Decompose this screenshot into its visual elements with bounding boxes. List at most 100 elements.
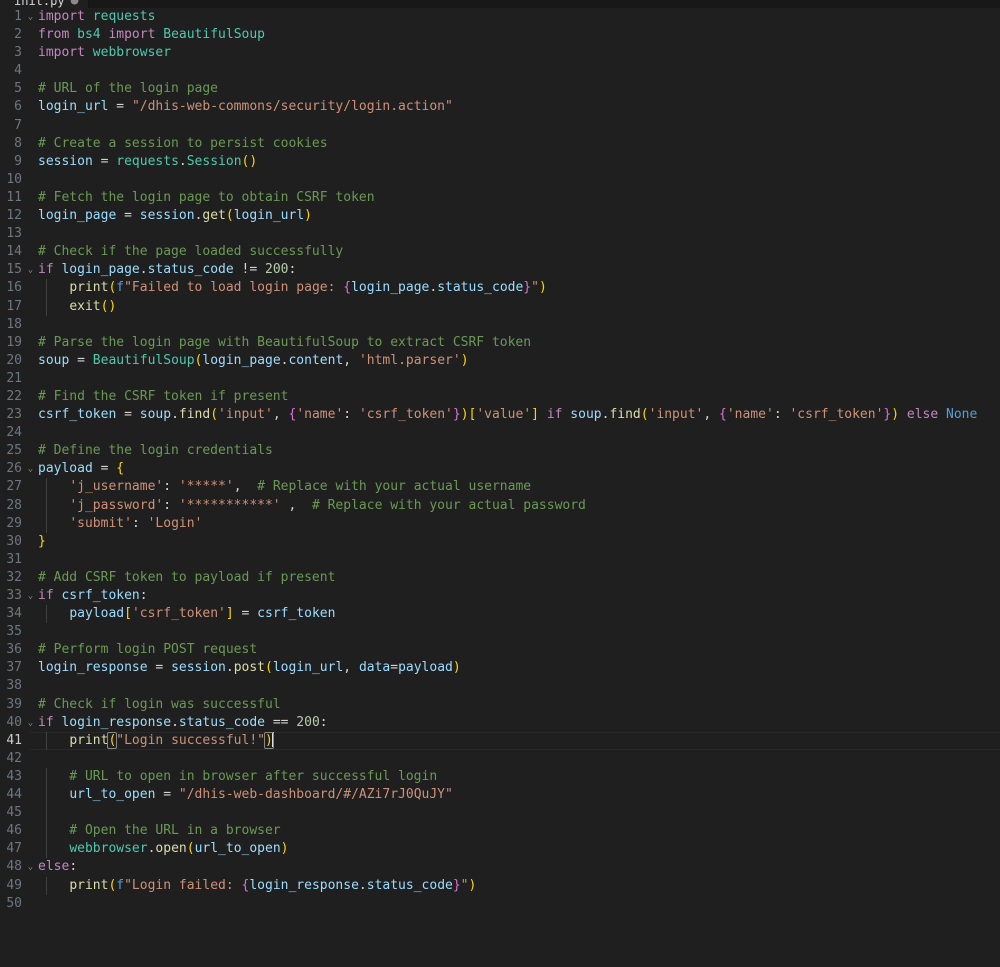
line-content: # Define the login credentials (38, 443, 273, 459)
line-number: 13 (6, 226, 22, 242)
code-line[interactable]: 2 from bs4 import BeautifulSoup (0, 26, 1000, 44)
line-number: 2 (14, 27, 22, 43)
line-content: # Create a session to persist cookies (38, 135, 328, 151)
fold-chevron-icon[interactable]: ⌄ (25, 714, 36, 732)
code-line[interactable]: 16 print(f"Failed to load login page: {l… (0, 279, 1000, 298)
code-line[interactable]: 37 login_response = session.post(login_u… (0, 659, 1000, 677)
line-number: 24 (6, 425, 22, 441)
code-line[interactable]: 7 (0, 117, 1000, 135)
code-line[interactable]: 32 # Add CSRF token to payload if presen… (0, 569, 1000, 587)
code-line[interactable]: 35 (0, 623, 1000, 641)
fold-chevron-icon[interactable]: ⌄ (25, 587, 36, 605)
line-number: 41 (6, 732, 22, 748)
code-line[interactable]: 43 # URL to open in browser after succes… (0, 767, 1000, 787)
code-line[interactable]: 50 (0, 895, 1000, 913)
line-number: 42 (6, 750, 22, 766)
line-content: webbrowser.open(url_to_open) (69, 841, 289, 857)
code-line[interactable]: 36 # Perform login POST request (0, 641, 1000, 659)
line-number: 36 (6, 642, 22, 658)
code-line[interactable]: 39 # Check if login was successful (0, 696, 1000, 714)
code-line[interactable]: 40 ⌄ if login_response.status_code == 20… (0, 714, 1000, 732)
code-line[interactable]: 21 (0, 370, 1000, 388)
code-line[interactable]: 5 # URL of the login page (0, 80, 1000, 98)
line-content: soup = BeautifulSoup(login_page.content,… (38, 352, 469, 368)
code-line[interactable]: 33 ⌄ if csrf_token: (0, 587, 1000, 605)
line-content: login_response = session.post(login_url,… (38, 660, 461, 676)
code-line[interactable]: 12 login_page = session.get(login_url) (0, 207, 1000, 225)
line-content: print("Login successful!") (69, 731, 274, 749)
code-line[interactable]: 28 'j_password': '***********' , # Repla… (0, 496, 1000, 515)
line-number: 46 (6, 823, 22, 839)
line-number: 29 (6, 515, 22, 531)
code-line[interactable]: 17 exit() (0, 297, 1000, 316)
code-line[interactable]: 34 payload['csrf_token'] = csrf_token (0, 605, 1000, 624)
code-line[interactable]: 19 # Parse the login page with Beautiful… (0, 334, 1000, 352)
line-number: 12 (6, 208, 22, 224)
fold-chevron-icon[interactable]: ⌄ (25, 261, 36, 279)
line-content: } (38, 533, 46, 549)
fold-chevron-icon[interactable]: ⌄ (25, 858, 36, 876)
fold-chevron-icon[interactable]: ⌄ (25, 460, 36, 478)
line-number: 27 (6, 479, 22, 495)
code-editor[interactable]: 1 ⌄ import requests 2 from bs4 import Be… (0, 8, 1000, 940)
line-content: # Open the URL in a browser (38, 823, 281, 839)
code-line[interactable]: 24 (0, 424, 1000, 442)
code-line[interactable]: 3 import webbrowser (0, 44, 1000, 62)
line-content: 'j_username': '*****', # Replace with yo… (69, 479, 532, 495)
code-line[interactable]: 45 (0, 804, 1000, 823)
line-number: 25 (6, 443, 22, 459)
code-line[interactable]: 20 soup = BeautifulSoup(login_page.conte… (0, 352, 1000, 370)
code-line[interactable]: 49 print(f"Login failed: {login_response… (0, 876, 1000, 895)
code-line[interactable]: 30 } (0, 533, 1000, 551)
line-number: 19 (6, 334, 22, 350)
code-line[interactable]: 4 (0, 62, 1000, 80)
line-number: 9 (14, 153, 22, 169)
code-line[interactable]: 42 (0, 750, 1000, 768)
code-line[interactable]: 6 login_url = "/dhis-web-commons/securit… (0, 98, 1000, 116)
line-content: if login_response.status_code == 200: (38, 714, 328, 730)
line-number: 38 (6, 678, 22, 694)
line-content: # Add CSRF token to payload if present (38, 569, 336, 585)
line-content: import webbrowser (38, 45, 172, 61)
indent-guide (46, 804, 47, 823)
line-number: 14 (6, 244, 22, 260)
line-number: 23 (6, 407, 22, 423)
line-number: 31 (6, 551, 22, 567)
code-line[interactable]: 27 'j_username': '*****', # Replace with… (0, 478, 1000, 497)
line-number: 40 (6, 714, 22, 730)
fold-chevron-icon[interactable]: ⌄ (25, 8, 36, 26)
code-line[interactable]: 31 (0, 551, 1000, 569)
code-line[interactable]: 38 (0, 677, 1000, 695)
code-line[interactable]: 10 (0, 171, 1000, 189)
code-line[interactable]: 46 # Open the URL in a browser (0, 822, 1000, 841)
line-number: 30 (6, 533, 22, 549)
code-line[interactable]: 25 # Define the login credentials (0, 442, 1000, 460)
code-line[interactable]: 8 # Create a session to persist cookies (0, 135, 1000, 153)
code-line[interactable]: 1 ⌄ import requests (0, 8, 1000, 26)
line-content: url_to_open = "/dhis-web-dashboard/#/AZi… (69, 787, 453, 803)
line-content: # Check if login was successful (38, 696, 281, 712)
code-line[interactable]: 13 (0, 225, 1000, 243)
code-line[interactable]: 18 (0, 316, 1000, 334)
code-line[interactable]: 22 # Find the CSRF token if present (0, 388, 1000, 406)
code-line-active[interactable]: 41 print("Login successful!") (0, 731, 1000, 750)
line-number: 18 (6, 316, 22, 332)
code-line[interactable]: 48 ⌄ else: (0, 858, 1000, 876)
code-line[interactable]: 14 # Check if the page loaded successful… (0, 243, 1000, 261)
code-line[interactable]: 9 session = requests.Session() (0, 153, 1000, 171)
code-line[interactable]: 15 ⌄ if login_page.status_code != 200: (0, 261, 1000, 279)
code-line[interactable]: 23 csrf_token = soup.find('input', {'nam… (0, 406, 1000, 424)
line-number: 50 (6, 895, 22, 911)
line-content: # Check if the page loaded successfully (38, 244, 344, 260)
code-line[interactable]: 11 # Fetch the login page to obtain CSRF… (0, 189, 1000, 207)
code-line[interactable]: 44 url_to_open = "/dhis-web-dashboard/#/… (0, 786, 1000, 805)
line-number: 1 (14, 9, 22, 24)
line-number: 48 (6, 859, 22, 875)
code-line[interactable]: 29 'submit': 'Login' (0, 514, 1000, 533)
code-line[interactable]: 26 ⌄ payload = { (0, 460, 1000, 478)
line-number: 26 (6, 461, 22, 477)
line-number: 37 (6, 660, 22, 676)
code-line[interactable]: 47 webbrowser.open(url_to_open) (0, 840, 1000, 859)
line-number: 3 (14, 45, 22, 61)
line-number: 43 (6, 768, 22, 784)
